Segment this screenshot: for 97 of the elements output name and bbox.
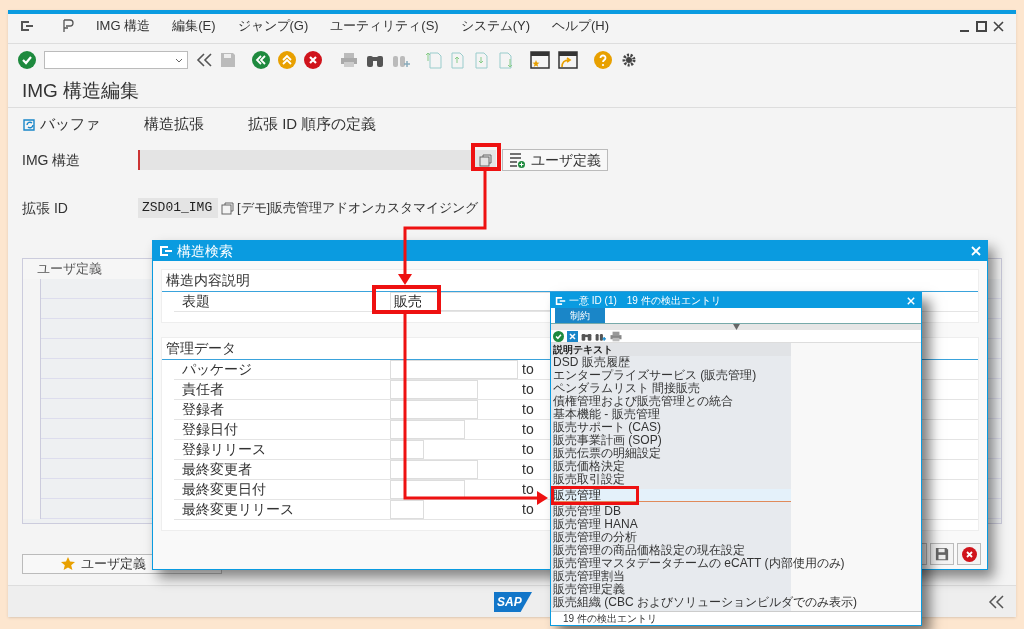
settings-icon[interactable]	[620, 51, 638, 69]
dialog-title: 構造検索	[177, 241, 233, 261]
menu-item[interactable]: IMG 構造	[96, 16, 151, 36]
list-item[interactable]: 販売伝票の明細設定	[551, 447, 663, 460]
user-defined-button[interactable]: ユーザ定義	[502, 149, 608, 171]
list-item[interactable]: エンタープライズサービス (販売管理)	[551, 369, 759, 382]
group-title: 構造内容説明	[166, 271, 250, 290]
range-label: to	[522, 440, 534, 459]
field-label: 最終変更日付	[181, 480, 267, 499]
menu-item[interactable]: システム(Y)	[460, 16, 530, 36]
value-field: ZSD01_IMG	[138, 198, 218, 218]
menu-item[interactable]: ジャンプ(G)	[237, 16, 309, 36]
range-label: to	[522, 400, 534, 419]
range-label: to	[522, 360, 534, 379]
list-add-icon	[509, 152, 525, 168]
close-icon[interactable]	[993, 20, 1004, 32]
range-label: to	[522, 480, 534, 499]
collapse-arrow-icon[interactable]	[732, 324, 740, 330]
menu-item[interactable]: ヘルプ(H)	[552, 16, 610, 36]
range-label: to	[522, 420, 534, 439]
refresh-icon	[22, 116, 38, 132]
group-title: 管理データ	[166, 339, 236, 358]
double-left-icon[interactable]	[988, 594, 1004, 609]
print-icon[interactable]	[609, 330, 623, 342]
highlight-box	[471, 143, 501, 171]
list-item[interactable]: 販売価格決定	[551, 460, 627, 473]
back-icon[interactable]	[252, 51, 270, 69]
input-field[interactable]	[138, 150, 496, 170]
list-item[interactable]: 販売管理	[551, 489, 791, 502]
sap-logo: SAP	[494, 592, 532, 612]
menu-item[interactable]: 編集(E)	[172, 16, 216, 36]
previous-page-icon[interactable]	[450, 51, 466, 69]
range-label: to	[522, 500, 534, 519]
list-item[interactable]: 販売管理マスタデータチームの eCATT (内部使用のみ)	[551, 557, 847, 570]
list-item[interactable]: 販売管理定義	[551, 583, 627, 596]
list-item[interactable]: 販売サポート (CAS)	[551, 421, 663, 434]
list-item[interactable]: 販売組織 (CBC およびソリューションビルダでのみ表示)	[551, 596, 859, 609]
cancel-square-icon[interactable]	[567, 330, 578, 342]
status-text: 19 件の検出エントリ	[563, 612, 657, 626]
list-item[interactable]: 販売取引設定	[551, 473, 627, 486]
toolbar-button[interactable]: 構造拡張	[144, 112, 204, 136]
list-item[interactable]: 販売管理 DB	[551, 505, 623, 518]
field-label: パッケージ	[181, 360, 253, 379]
last-page-icon[interactable]	[498, 51, 514, 69]
cancel-icon[interactable]	[304, 51, 322, 69]
screen-title: IMG 構造編集	[22, 79, 140, 104]
menu-icon[interactable]	[20, 20, 34, 32]
maximize-icon[interactable]	[976, 20, 987, 32]
list-item[interactable]: 販売事業計画 (SOP)	[551, 434, 664, 447]
range-label: to	[522, 460, 534, 479]
value-help-icon[interactable]	[479, 154, 492, 167]
print-icon[interactable]	[340, 52, 358, 68]
field-label: 登録者	[181, 400, 225, 419]
list-item[interactable]: 販売管理 HANA	[551, 518, 640, 531]
save-icon	[935, 547, 949, 561]
check-icon[interactable]	[18, 51, 36, 69]
field-label: 最終変更リリース	[181, 500, 295, 519]
star-icon	[61, 557, 75, 571]
toolbar-button[interactable]: 拡張 ID 順序の定義	[248, 112, 377, 136]
list-item[interactable]: 債権管理および販売管理との統合	[551, 395, 735, 408]
highlight-box	[372, 285, 441, 314]
check-icon[interactable]	[553, 330, 564, 342]
chevron-down-icon	[175, 57, 183, 63]
command-field[interactable]	[44, 51, 188, 69]
column-header: 説明テキスト	[553, 343, 613, 356]
pin-icon[interactable]	[62, 19, 74, 33]
list-item[interactable]: 販売管理割当	[551, 570, 627, 583]
first-page-icon[interactable]	[426, 51, 442, 69]
list-item[interactable]: ペンダラムリスト 間接販売	[551, 382, 703, 395]
tab[interactable]: 制約	[555, 308, 605, 323]
field-label: IMG 構造	[22, 150, 82, 170]
description-text: [デモ]販売管理アドオンカスタマイジング	[237, 199, 479, 218]
column-header: ユーザ定義	[37, 260, 102, 279]
field-label: 登録リリース	[181, 440, 267, 459]
cancel-icon	[961, 546, 977, 562]
field-label: 最終変更者	[181, 460, 253, 479]
next-page-icon[interactable]	[474, 51, 490, 69]
menu-item[interactable]: ユーティリティ(S)	[330, 16, 439, 36]
save-button[interactable]	[930, 543, 954, 565]
up-icon[interactable]	[278, 51, 296, 69]
list-item[interactable]: 販売管理の分析	[551, 531, 639, 544]
field-label: 責任者	[181, 380, 225, 399]
help-icon[interactable]	[594, 51, 612, 69]
field-label: 表題	[181, 292, 211, 311]
cancel-button[interactable]	[957, 543, 981, 565]
menu-icon[interactable]	[555, 295, 566, 306]
list-item[interactable]: DSD 販売履歴	[551, 356, 632, 369]
double-left-icon[interactable]	[196, 53, 212, 67]
menu-icon[interactable]	[159, 245, 173, 257]
field-label: 拡張 ID	[22, 198, 69, 218]
list-item[interactable]: 基本機能 - 販売管理	[551, 408, 662, 421]
copy-icon[interactable]	[221, 201, 234, 215]
list-item[interactable]: 販売管理の商品価格設定の現在設定	[551, 544, 747, 557]
save-icon[interactable]	[220, 52, 236, 68]
toolbar-button[interactable]: バッファ	[22, 112, 100, 136]
field-label: 登録日付	[181, 420, 239, 439]
range-label: to	[522, 380, 534, 399]
